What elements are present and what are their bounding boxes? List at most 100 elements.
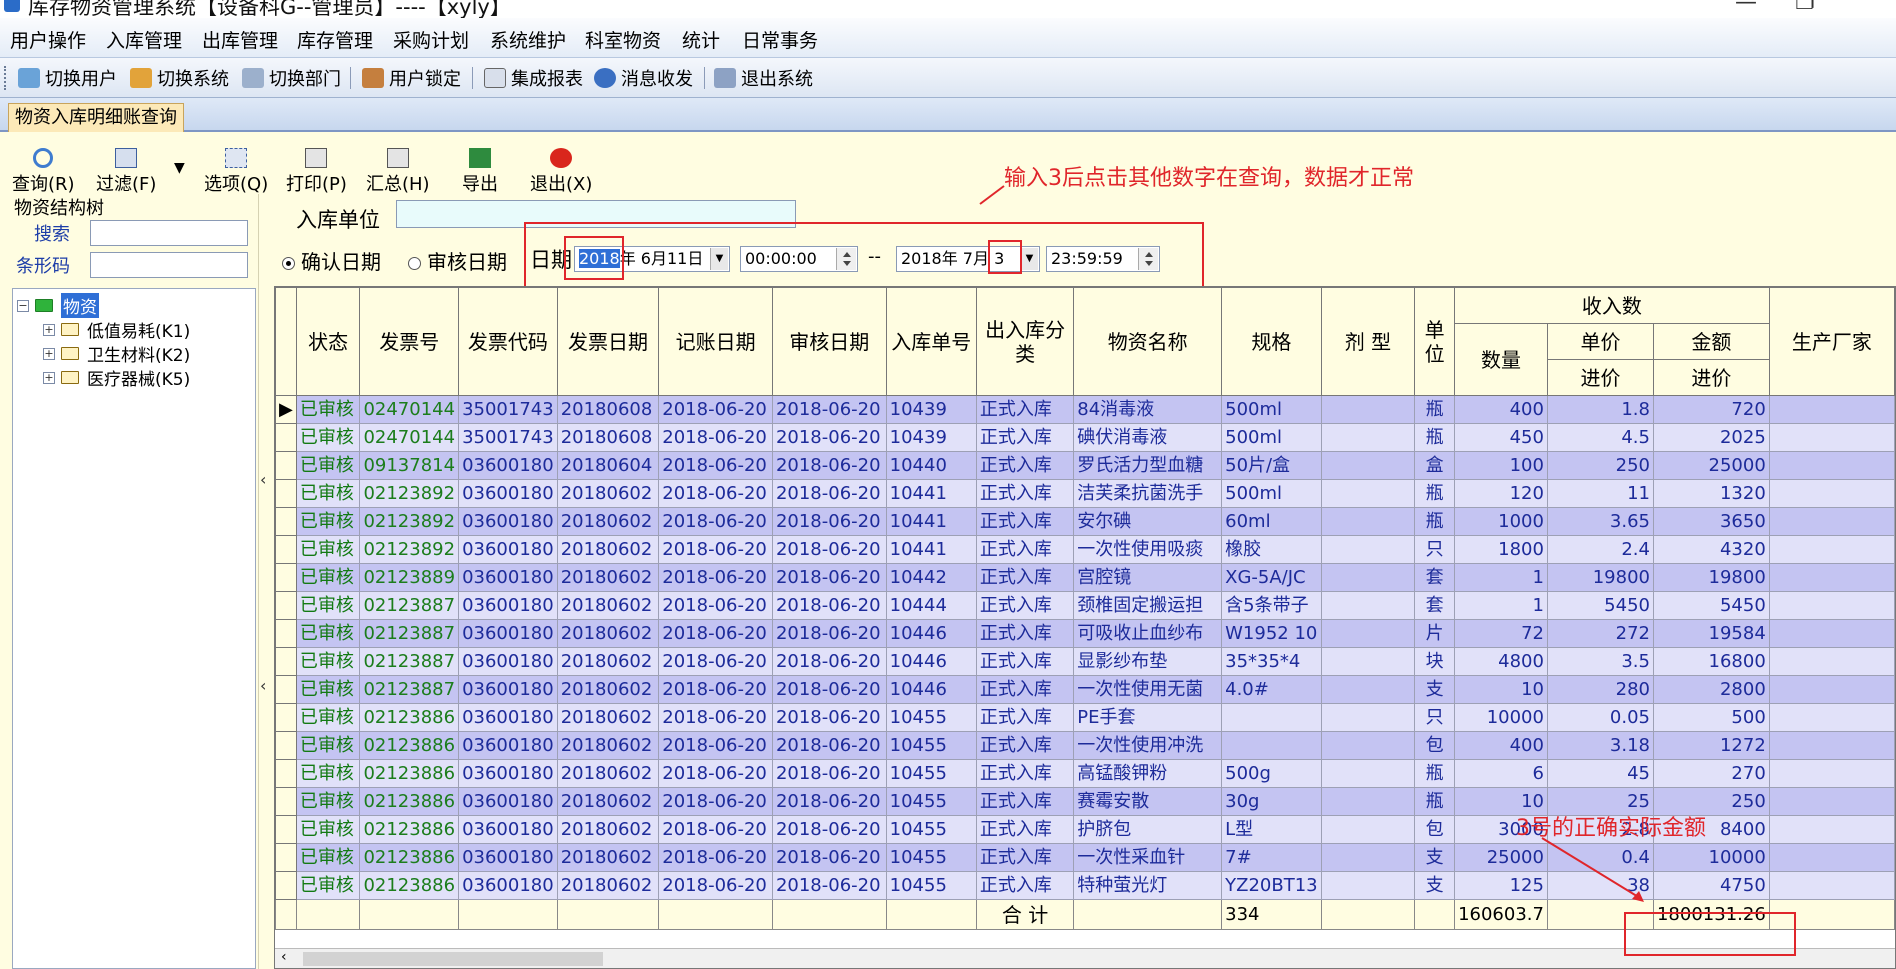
- cell-status[interactable]: 已审核: [295, 507, 361, 536]
- search-input[interactable]: [90, 220, 248, 246]
- cell-name[interactable]: 显影纱布垫: [1073, 647, 1223, 676]
- cell-maker[interactable]: [1768, 507, 1895, 536]
- cell-invoice-code[interactable]: 35001743: [458, 395, 558, 424]
- cell-qty[interactable]: 1800: [1454, 535, 1548, 564]
- cell-invoice-no[interactable]: 02123886: [359, 759, 460, 788]
- cell-amount[interactable]: 3650: [1652, 507, 1770, 536]
- cell-invoice-no[interactable]: 09137814: [359, 451, 460, 480]
- cell-qty[interactable]: 1: [1454, 591, 1548, 620]
- cell-maker[interactable]: [1768, 451, 1895, 480]
- cell-post-date[interactable]: 2018-06-20: [658, 423, 773, 452]
- cell-unit-price[interactable]: 19800: [1546, 563, 1654, 592]
- cell-invoice-date[interactable]: 20180608: [556, 395, 660, 424]
- menu-inbound[interactable]: 入库管理: [106, 26, 182, 53]
- cell-audit-date[interactable]: 2018-06-20: [771, 619, 887, 648]
- cell-status[interactable]: 已审核: [295, 647, 361, 676]
- cell-invoice-code[interactable]: 03600180: [458, 591, 558, 620]
- table-row[interactable]: 已审核 02123886 03600180 20180602 2018-06-20 201…: [275, 759, 1895, 788]
- cell-unit[interactable]: 瓶: [1414, 787, 1456, 816]
- cell-entry-no[interactable]: 10441: [885, 479, 977, 508]
- cell-invoice-date[interactable]: 20180602: [556, 647, 660, 676]
- cell-io-type[interactable]: 正式入库: [975, 647, 1075, 676]
- cell-unit-price[interactable]: 11: [1546, 479, 1654, 508]
- print-button[interactable]: 打印(P): [286, 148, 347, 196]
- cell-entry-no[interactable]: 10455: [885, 787, 977, 816]
- menu-daily[interactable]: 日常事务: [742, 26, 818, 53]
- tree-root[interactable]: − 物资: [17, 293, 99, 318]
- header-name[interactable]: 物资名称: [1073, 287, 1223, 396]
- cell-form[interactable]: [1320, 871, 1416, 900]
- cell-entry-no[interactable]: 10439: [885, 395, 977, 424]
- cell-unit[interactable]: 包: [1414, 815, 1456, 844]
- export-button[interactable]: 导出: [462, 148, 498, 196]
- cell-entry-no[interactable]: 10444: [885, 591, 977, 620]
- cell-post-date[interactable]: 2018-06-20: [658, 451, 773, 480]
- cell-amount[interactable]: 4320: [1652, 535, 1770, 564]
- cell-io-type[interactable]: 正式入库: [975, 479, 1075, 508]
- cell-unit-price[interactable]: 3.65: [1546, 507, 1654, 536]
- cell-form[interactable]: [1320, 507, 1416, 536]
- header-form[interactable]: 剂 型: [1320, 287, 1416, 396]
- cell-spec[interactable]: XG-5A/JC: [1221, 563, 1322, 592]
- cell-name[interactable]: PE手套: [1073, 703, 1223, 732]
- cell-post-date[interactable]: 2018-06-20: [658, 815, 773, 844]
- messages-button[interactable]: 消息收发: [594, 65, 693, 91]
- current-row-indicator[interactable]: ▶: [275, 395, 297, 424]
- cell-post-date[interactable]: 2018-06-20: [658, 675, 773, 704]
- cell-invoice-code[interactable]: 03600180: [458, 675, 558, 704]
- cell-entry-no[interactable]: 10439: [885, 423, 977, 452]
- expand-icon[interactable]: +: [43, 323, 55, 336]
- cell-spec[interactable]: [1221, 703, 1322, 732]
- cell-audit-date[interactable]: 2018-06-20: [771, 395, 887, 424]
- table-row[interactable]: 已审核 09137814 03600180 20180604 2018-06-20 201…: [275, 451, 1895, 480]
- cell-spec[interactable]: 500g: [1221, 759, 1322, 788]
- table-row[interactable]: 已审核 02123892 03600180 20180602 2018-06-20 201…: [275, 535, 1895, 564]
- cell-qty[interactable]: 6: [1454, 759, 1548, 788]
- cell-invoice-no[interactable]: 02123889: [359, 563, 460, 592]
- header-spec[interactable]: 规格: [1221, 287, 1322, 396]
- cell-unit[interactable]: 瓶: [1414, 395, 1456, 424]
- cell-invoice-no[interactable]: 02123892: [359, 479, 460, 508]
- cell-post-date[interactable]: 2018-06-20: [658, 759, 773, 788]
- cell-spec[interactable]: 30g: [1221, 787, 1322, 816]
- cell-name[interactable]: 宫腔镜: [1073, 563, 1223, 592]
- cell-amount[interactable]: 10000: [1652, 843, 1770, 872]
- cell-invoice-date[interactable]: 20180602: [556, 731, 660, 760]
- cell-status[interactable]: 已审核: [295, 591, 361, 620]
- cell-unit-price[interactable]: 2.4: [1546, 535, 1654, 564]
- cell-spec[interactable]: 橡胶: [1221, 535, 1322, 564]
- cell-audit-date[interactable]: 2018-06-20: [771, 815, 887, 844]
- cell-invoice-code[interactable]: 03600180: [458, 731, 558, 760]
- cell-qty[interactable]: 10: [1454, 675, 1548, 704]
- cell-maker[interactable]: [1768, 563, 1895, 592]
- cell-invoice-no[interactable]: 02123887: [359, 675, 460, 704]
- cell-post-date[interactable]: 2018-06-20: [658, 647, 773, 676]
- cell-audit-date[interactable]: 2018-06-20: [771, 703, 887, 732]
- maximize-icon[interactable]: ❐: [1795, 0, 1815, 15]
- cell-spec[interactable]: 含5条带子: [1221, 591, 1322, 620]
- cell-invoice-date[interactable]: 20180608: [556, 423, 660, 452]
- cell-maker[interactable]: [1768, 535, 1895, 564]
- cell-io-type[interactable]: 正式入库: [975, 619, 1075, 648]
- cell-form[interactable]: [1320, 423, 1416, 452]
- cell-maker[interactable]: [1768, 787, 1895, 816]
- table-row[interactable]: 已审核 02123892 03600180 20180602 2018-06-20 201…: [275, 479, 1895, 508]
- menu-user-ops[interactable]: 用户操作: [10, 26, 86, 53]
- cell-entry-no[interactable]: 10455: [885, 759, 977, 788]
- cell-invoice-code[interactable]: 03600180: [458, 647, 558, 676]
- header-purchase-price[interactable]: 进价: [1546, 359, 1654, 396]
- cell-audit-date[interactable]: 2018-06-20: [771, 507, 887, 536]
- cell-maker[interactable]: [1768, 731, 1895, 760]
- cell-invoice-no[interactable]: 02123892: [359, 507, 460, 536]
- cell-invoice-no[interactable]: 02123886: [359, 871, 460, 900]
- cell-amount[interactable]: 1272: [1652, 731, 1770, 760]
- cell-maker[interactable]: [1768, 647, 1895, 676]
- menu-statistics[interactable]: 统计: [682, 26, 720, 53]
- cell-spec[interactable]: YZ20BT13: [1221, 871, 1322, 900]
- cell-form[interactable]: [1320, 591, 1416, 620]
- cell-spec[interactable]: 500ml: [1221, 395, 1322, 424]
- cell-maker[interactable]: [1768, 703, 1895, 732]
- table-row[interactable]: 已审核 02123887 03600180 20180602 2018-06-20 201…: [275, 619, 1895, 648]
- cell-post-date[interactable]: 2018-06-20: [658, 703, 773, 732]
- cell-spec[interactable]: W1952 10: [1221, 619, 1322, 648]
